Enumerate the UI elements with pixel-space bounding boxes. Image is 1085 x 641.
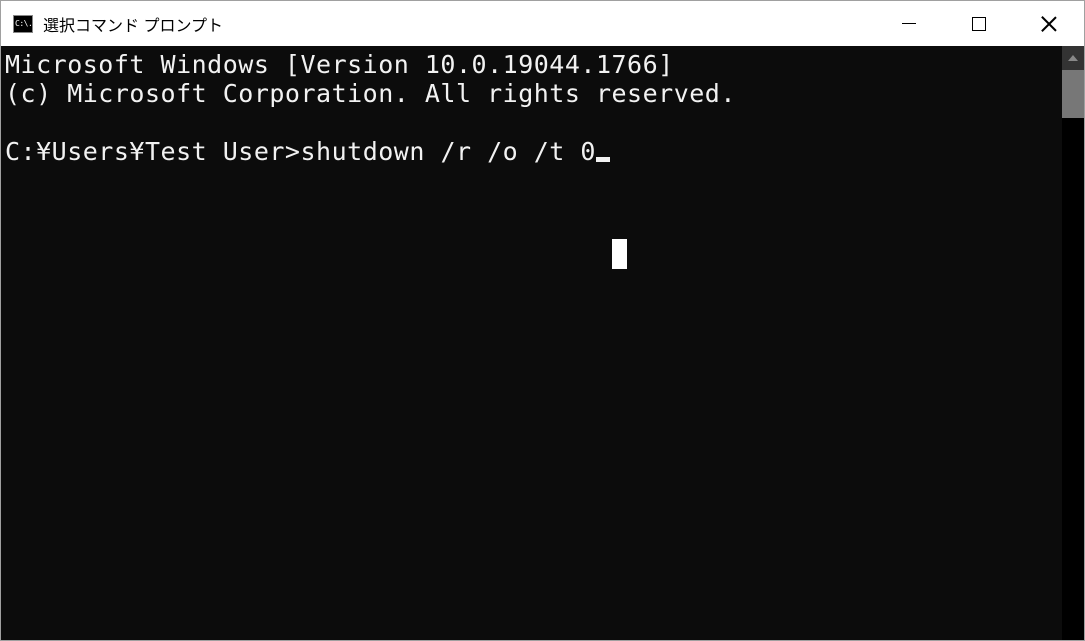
- command-text: shutdown /r /o /t 0: [300, 137, 595, 166]
- prompt-text: C:¥Users¥Test User>: [5, 137, 300, 166]
- text-cursor: [596, 157, 610, 162]
- selection-highlight: [612, 239, 627, 269]
- version-line: Microsoft Windows [Version 10.0.19044.17…: [5, 50, 674, 79]
- minimize-icon: [902, 23, 916, 25]
- close-button[interactable]: [1014, 1, 1084, 46]
- copyright-line: (c) Microsoft Corporation. All rights re…: [5, 79, 736, 108]
- chevron-up-icon: [1068, 55, 1078, 61]
- app-icon: C:\.: [13, 15, 33, 33]
- vertical-scrollbar[interactable]: [1062, 46, 1084, 640]
- maximize-icon: [972, 17, 986, 31]
- client-area: Microsoft Windows [Version 10.0.19044.17…: [1, 46, 1084, 640]
- close-icon: [1041, 16, 1057, 32]
- window-titlebar[interactable]: C:\. 選択コマンド プロンプト: [1, 1, 1084, 46]
- terminal-output[interactable]: Microsoft Windows [Version 10.0.19044.17…: [1, 46, 1062, 640]
- cmd-icon: C:\.: [13, 15, 33, 33]
- minimize-button[interactable]: [874, 1, 944, 46]
- maximize-button[interactable]: [944, 1, 1014, 46]
- scrollbar-thumb[interactable]: [1062, 70, 1084, 118]
- window-controls: [874, 1, 1084, 46]
- window-title: 選択コマンド プロンプト: [43, 12, 223, 36]
- scroll-up-button[interactable]: [1062, 46, 1084, 70]
